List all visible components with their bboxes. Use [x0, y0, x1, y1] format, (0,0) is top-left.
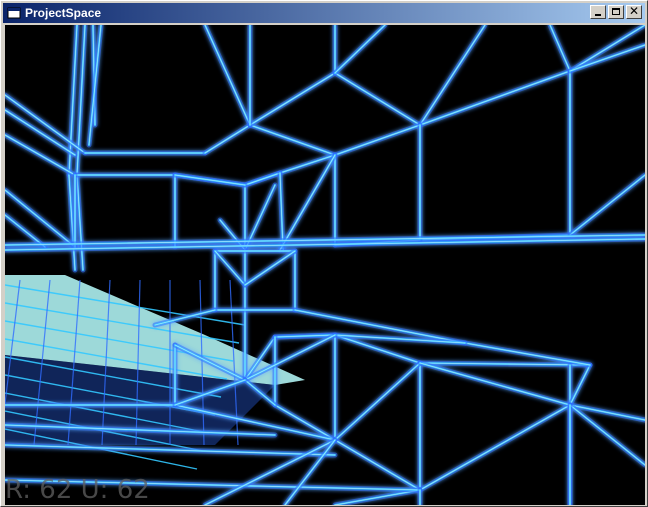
- wireframe-edge: [334, 72, 421, 126]
- hud-readout: R: 62 U: 62: [5, 475, 150, 505]
- wireframe-edge: [174, 174, 246, 186]
- window-title: ProjectSpace: [25, 6, 102, 20]
- wireframe-edge: [549, 25, 571, 72]
- minimize-button[interactable]: [590, 5, 606, 19]
- window-controls: ✕: [590, 4, 642, 19]
- wireframe-edge: [419, 70, 571, 126]
- wireframe-edge: [204, 25, 251, 126]
- wireframe-edge: [249, 72, 336, 126]
- minimize-icon: [595, 14, 601, 16]
- app-window-icon: [7, 7, 21, 19]
- wireframe-edge: [334, 25, 386, 74]
- close-icon: ✕: [628, 4, 640, 18]
- wireframe-edge: [5, 189, 76, 248]
- maximize-icon: [612, 8, 620, 15]
- title-bar[interactable]: ProjectSpace ✕: [3, 3, 645, 23]
- wireframe-edge: [5, 444, 336, 456]
- wireframe-edge: [244, 250, 296, 286]
- wireframe-edge: [419, 362, 571, 406]
- wireframe-edge: [569, 364, 591, 406]
- game-viewport[interactable]: R: 62 U: 62: [5, 25, 645, 505]
- wireframe-edge: [419, 25, 486, 126]
- wireframe-edge: [334, 439, 421, 491]
- close-button[interactable]: ✕: [626, 4, 642, 19]
- wireframe-edge: [334, 362, 421, 441]
- wireframe-edge: [569, 174, 645, 236]
- wireframe-edge: [5, 109, 76, 156]
- wireframe-edge: [214, 250, 246, 286]
- wireframe-edge: [249, 124, 336, 156]
- wireframe-scene: [5, 25, 645, 505]
- wireframe-edge: [334, 124, 421, 156]
- wireframe-edge: [334, 489, 421, 505]
- wireframe-edge: [419, 404, 571, 491]
- maximize-button[interactable]: [608, 5, 624, 19]
- wireframe-edge: [204, 124, 251, 154]
- app-window: ProjectSpace ✕ R: 62 U: 62: [0, 0, 648, 507]
